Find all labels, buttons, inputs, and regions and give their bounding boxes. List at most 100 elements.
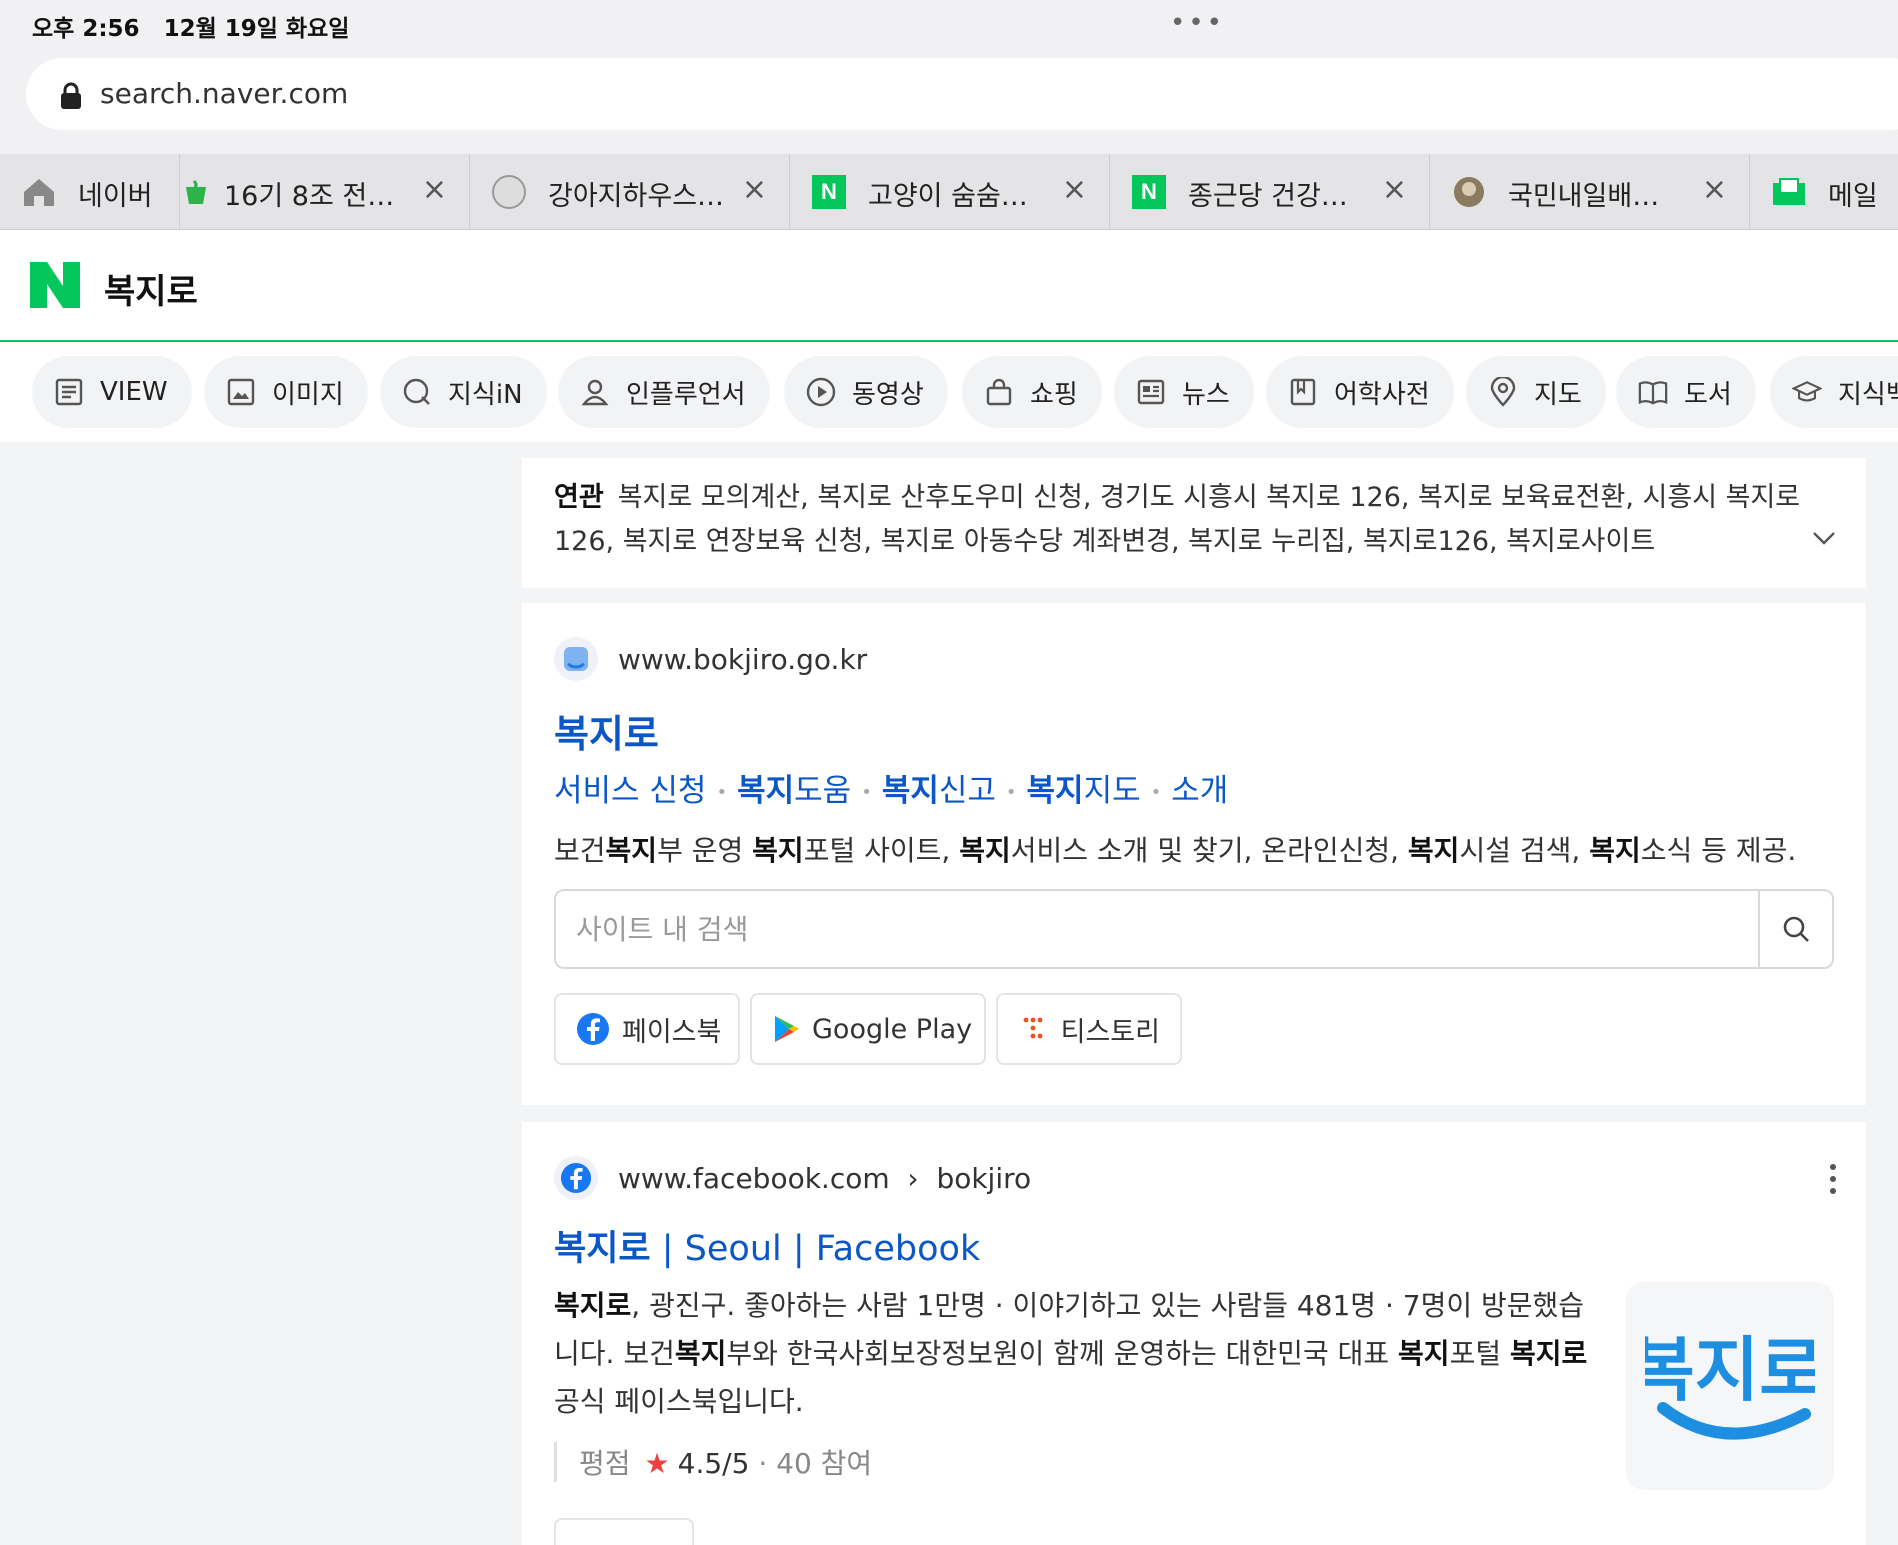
site-domain: www.facebook.com — [618, 1162, 890, 1195]
tab-knowledge-encyclopedia[interactable]: 지식백 — [1770, 356, 1898, 428]
thumbnail-text: 복지로 — [1645, 1329, 1815, 1411]
tab-map[interactable]: 지도 — [1466, 356, 1606, 428]
tab-title: 강아지하우스… — [548, 181, 725, 212]
result-title[interactable]: 복지로 | Seoul | Facebook — [554, 1220, 980, 1271]
desc-text: 소식 등 제공. — [1640, 834, 1797, 867]
lock-icon — [61, 82, 81, 109]
result-title[interactable]: 복지로 — [554, 703, 659, 758]
naver-search-header: 복지로 — [0, 230, 1898, 342]
title-bold: 복지로 — [554, 1229, 651, 1269]
site-search-box — [554, 889, 1834, 969]
dictionary-icon — [1288, 377, 1318, 407]
tab-view[interactable]: VIEW — [32, 356, 192, 428]
tab-images[interactable]: 이미지 — [204, 356, 368, 428]
tab-dictionary[interactable]: 어학사전 — [1266, 356, 1454, 428]
more-options-icon[interactable] — [1828, 1162, 1838, 1196]
tab-dog-house[interactable]: 강아지하우스… × — [470, 154, 790, 230]
partial-action-button[interactable] — [554, 1518, 694, 1545]
tab-naver[interactable]: 네이버 — [0, 154, 180, 230]
tab-video[interactable]: 동영상 — [784, 356, 948, 428]
site-url[interactable]: www.facebook.com › bokjiro — [618, 1162, 1031, 1195]
separator-dot: • — [1150, 782, 1162, 803]
search-icon — [1783, 916, 1809, 942]
close-icon[interactable]: × — [422, 172, 447, 207]
site-search-input[interactable] — [576, 907, 1726, 951]
sublinks: 서비스 신청 • 복지도움 • 복지신고 • 복지지도 • 소개 — [554, 765, 1228, 810]
google-play-link-button[interactable]: Google Play — [750, 993, 986, 1065]
chip-label: 쇼핑 — [1030, 379, 1078, 410]
address-bar[interactable]: search.naver.com — [26, 58, 1898, 130]
facebook-link-button[interactable]: 페이스북 — [554, 993, 740, 1065]
tab-cat-tunnel[interactable]: N 고양이 숨숨… × — [790, 154, 1110, 230]
image-icon — [226, 377, 256, 407]
related-keywords[interactable]: 복지로 모의계산, 복지로 산후도우미 신청, 경기도 시흥시 복지로 126,… — [554, 482, 1800, 557]
multitask-dots-icon[interactable]: ••• — [1170, 8, 1225, 38]
chip-label: 뉴스 — [1182, 379, 1230, 410]
chip-label: 지도 — [1534, 379, 1582, 410]
map-pin-icon — [1488, 377, 1518, 407]
tab-chongkundang[interactable]: N 종근당 건강… × — [1110, 154, 1430, 230]
close-icon[interactable]: × — [1062, 172, 1087, 207]
social-label: 페이스북 — [622, 1016, 722, 1048]
tab-title: 국민내일배… — [1508, 181, 1660, 212]
person-icon — [580, 377, 610, 407]
kin-icon — [402, 377, 432, 407]
related-label: 연관 — [554, 482, 604, 513]
tab-national-tomorrow[interactable]: 국민내일배… × — [1430, 154, 1750, 230]
tab-bar: 네이버 16기 8조 전… × 강아지하우스… × N 고양이 숨숨… × N … — [0, 154, 1898, 230]
highlight-text: 복지 — [674, 1337, 727, 1370]
naver-logo-icon[interactable] — [30, 262, 80, 308]
desc-text: 서비스 소개 및 찾기, 온라인신청, — [1010, 834, 1408, 867]
highlight-text: 복지로 — [1509, 1337, 1588, 1370]
category-tabs: VIEW 이미지 지식iN 인플루언서 동영상 쇼핑 뉴스 어학사전 지도 도서… — [0, 342, 1898, 442]
sublink-service[interactable]: 서비스 신청 — [554, 773, 706, 809]
tab-kin[interactable]: 지식iN — [380, 356, 547, 428]
search-button[interactable] — [1758, 891, 1832, 967]
status-time: 오후 2:56 12월 19일 화요일 — [32, 9, 349, 43]
chip-label: 이미지 — [272, 379, 344, 410]
star-icon: ★ — [644, 1447, 670, 1480]
chip-label: 지식백 — [1838, 379, 1898, 410]
highlight-text: 복지 — [1398, 1337, 1450, 1370]
site-url[interactable]: www.bokjiro.go.kr — [618, 643, 867, 676]
tab-16th-group[interactable]: 16기 8조 전… × — [180, 154, 470, 230]
naver-n-icon: N — [1132, 175, 1166, 209]
sublink-help[interactable]: 복지도움 — [737, 773, 851, 809]
sublink-about[interactable]: 소개 — [1171, 773, 1228, 809]
rating-score: 4.5/5 — [677, 1447, 750, 1480]
bokjiro-thumbnail[interactable]: 복지로 — [1626, 1282, 1834, 1490]
chevron-down-icon[interactable] — [1812, 526, 1836, 550]
chip-label: 인플루언서 — [626, 379, 746, 410]
tab-news[interactable]: 뉴스 — [1114, 356, 1254, 428]
search-query[interactable]: 복지로 — [104, 264, 198, 313]
highlight-text: 복지로 — [554, 1289, 632, 1322]
news-icon — [1136, 377, 1166, 407]
graduation-cap-icon — [1792, 377, 1822, 407]
chip-label: VIEW — [100, 377, 168, 407]
sublink-map[interactable]: 복지지도 — [1027, 773, 1141, 809]
chip-label: 도서 — [1684, 379, 1732, 410]
sublink-report[interactable]: 복지신고 — [882, 773, 996, 809]
highlight-text: 복지 — [605, 834, 658, 867]
close-icon[interactable]: × — [1702, 172, 1727, 207]
desc-text: 포털 — [1449, 1337, 1510, 1370]
related-searches: 연관 복지로 모의계산, 복지로 산후도우미 신청, 경기도 시흥시 복지로 12… — [522, 458, 1866, 588]
tab-shopping[interactable]: 쇼핑 — [962, 356, 1102, 428]
bokjiro-logo-image: 복지로 — [1645, 1329, 1815, 1440]
tistory-link-button[interactable]: 티스토리 — [996, 993, 1182, 1065]
highlight-text: 복지 — [752, 834, 804, 867]
social-label: 티스토리 — [1060, 1016, 1160, 1048]
tab-influencer[interactable]: 인플루언서 — [558, 356, 770, 428]
green-cup-icon — [180, 175, 214, 209]
shopping-bag-icon — [984, 377, 1014, 407]
close-icon[interactable]: × — [1382, 172, 1407, 207]
desc-text: 포털 사이트, — [803, 834, 960, 867]
desc-text: 공식 페이스북입니다. — [554, 1385, 804, 1418]
desc-text: 시설 검색, — [1459, 834, 1590, 867]
social-label: Google Play — [812, 1013, 973, 1045]
close-icon[interactable]: × — [742, 172, 767, 207]
desc-text: 부와 한국사회보장정보원이 함께 운영하는 대한민국 대표 — [726, 1337, 1399, 1370]
tab-books[interactable]: 도서 — [1616, 356, 1756, 428]
tab-mail[interactable]: 메일 — [1750, 154, 1898, 230]
mail-icon — [1772, 175, 1806, 209]
